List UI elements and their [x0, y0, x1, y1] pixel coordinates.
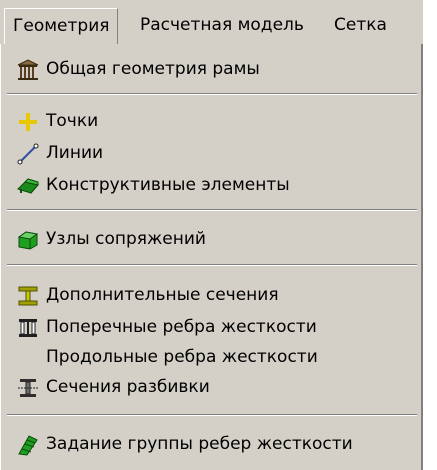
menu-separator — [7, 264, 417, 266]
menu-separator — [7, 209, 417, 211]
background-strip — [423, 0, 437, 470]
geometry-dropdown-menu: Общая геометрия рамы Точки Линии Констру… — [0, 44, 423, 470]
structural-element-icon — [17, 178, 39, 194]
additional-section-icon — [18, 286, 38, 306]
point-icon — [19, 113, 37, 131]
menu-item-label: Точки — [46, 111, 99, 131]
stiffener-group-icon — [18, 435, 38, 456]
menu-item-transverse-stiffeners[interactable]: Поперечные ребра жесткости — [1, 312, 422, 342]
menu-item-points[interactable]: Точки — [1, 106, 422, 136]
split-section-icon — [18, 379, 38, 397]
menu-item-split-sections[interactable]: Сечения разбивки — [1, 372, 422, 402]
menu-item-stiffener-group[interactable]: Задание группы ребер жесткости — [1, 429, 422, 459]
menu-separator — [7, 93, 417, 95]
menu-item-additional-sections[interactable]: Дополнительные сечения — [1, 280, 422, 310]
frame-building-icon — [17, 59, 39, 80]
menu-tab-calc-model[interactable]: Расчетная модель — [132, 8, 312, 42]
menu-item-label: Сечения разбивки — [46, 377, 210, 397]
menu-tab-mesh[interactable]: Сетка — [326, 8, 395, 42]
joint-node-icon — [17, 231, 39, 250]
menu-separator — [7, 414, 417, 416]
menu-tab-geometry[interactable]: Геометрия — [4, 8, 119, 45]
menu-item-label: Конструктивные элементы — [46, 175, 290, 195]
menu-item-label: Узлы сопряжений — [46, 229, 206, 249]
menu-item-joint-nodes[interactable]: Узлы сопряжений — [1, 224, 422, 254]
menu-item-structural-elements[interactable]: Конструктивные элементы — [1, 170, 422, 200]
menu-item-label: Линии — [46, 143, 104, 163]
menu-item-label: Поперечные ребра жесткости — [46, 317, 317, 337]
transverse-stiffener-icon — [19, 319, 37, 337]
menu-bar: Геометрия Расчетная модель Сетка — [0, 0, 437, 45]
menu-item-label: Продольные ребра жесткости — [46, 347, 318, 367]
menu-item-lines[interactable]: Линии — [1, 138, 422, 168]
line-icon — [17, 143, 39, 165]
menu-item-frame-geometry[interactable]: Общая геометрия рамы — [1, 54, 422, 84]
menu-item-label: Общая геометрия рамы — [46, 59, 260, 79]
menu-item-label: Дополнительные сечения — [46, 285, 279, 305]
menu-item-longitudinal-stiffeners[interactable]: Продольные ребра жесткости — [1, 342, 422, 372]
menu-item-label: Задание группы ребер жесткости — [46, 434, 353, 454]
